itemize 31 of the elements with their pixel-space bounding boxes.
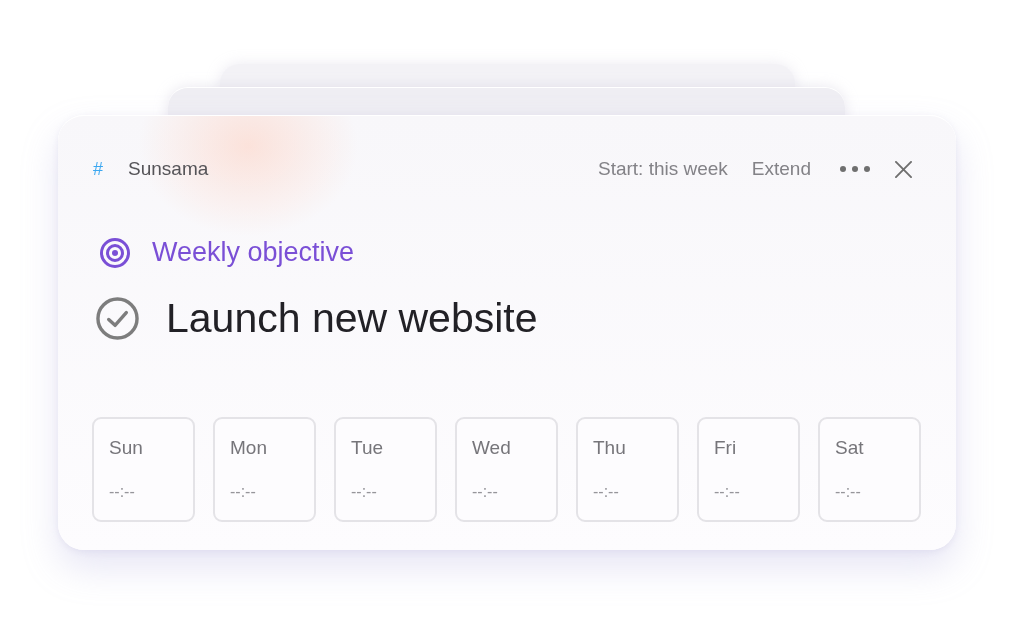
day-label: Tue (351, 436, 384, 460)
day-time-field[interactable]: Mon --:-- (213, 417, 316, 522)
day-time-field[interactable]: Tue --:-- (334, 417, 437, 522)
header-action-button[interactable]: Extend (751, 158, 811, 180)
time-placeholder: --:-- (835, 482, 861, 502)
time-placeholder: --:-- (351, 482, 377, 502)
day-time-field[interactable]: Sun --:-- (92, 417, 195, 522)
day-time-field[interactable]: Wed --:-- (455, 417, 558, 522)
day-label: Fri (714, 436, 737, 460)
day-time-field[interactable]: Thu --:-- (576, 417, 679, 522)
time-placeholder: --:-- (472, 482, 498, 502)
target-icon (100, 237, 130, 268)
channel-symbol: # (93, 158, 103, 180)
time-placeholder: --:-- (230, 482, 256, 502)
time-placeholder: --:-- (593, 482, 619, 502)
day-label: Sat (835, 436, 864, 460)
day-label: Sun (109, 436, 143, 460)
close-icon[interactable] (895, 160, 912, 178)
header-action-button[interactable]: Start: this week (597, 158, 728, 180)
day-time-field[interactable]: Fri --:-- (697, 417, 800, 522)
objective-title: Launch new website (166, 295, 538, 342)
day-label: Thu (593, 436, 626, 460)
channel-name: Sunsama (128, 158, 209, 180)
day-label: Mon (230, 436, 267, 460)
day-label: Wed (472, 436, 511, 460)
objective-label: Weekly objective (152, 237, 355, 268)
check-circle-icon[interactable] (96, 297, 139, 340)
time-placeholder: --:-- (714, 482, 740, 502)
more-icon[interactable] (840, 166, 870, 172)
day-time-field[interactable]: Sat --:-- (818, 417, 921, 522)
time-placeholder: --:-- (109, 482, 135, 502)
